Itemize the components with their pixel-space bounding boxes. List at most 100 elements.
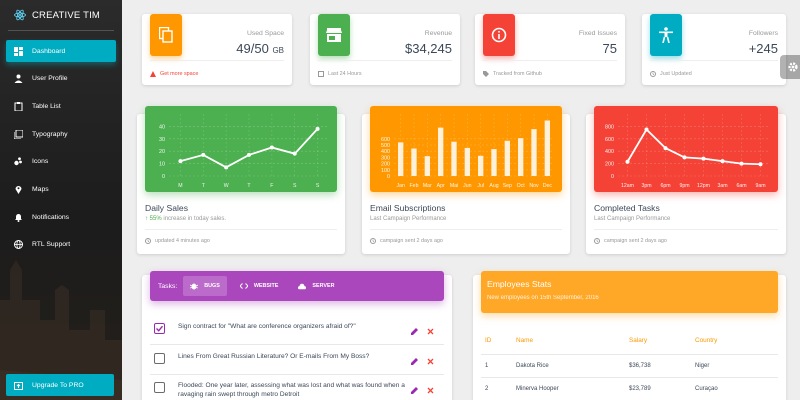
get-more-space-link[interactable]: Get more space: [160, 71, 198, 77]
task-checkbox[interactable]: [154, 323, 165, 334]
brand-name: CREATIVE TIM: [32, 10, 100, 21]
stat-card-used-space: Used Space 49/50 GB Get more space: [142, 14, 292, 85]
stat-card-followers: Followers +245 Just Updated: [642, 14, 786, 85]
language-icon: [14, 240, 23, 249]
data-point: [178, 159, 182, 163]
tab-bugs[interactable]: BUGS: [183, 276, 227, 296]
stat-value-unit: GB: [272, 46, 284, 55]
x-tick-label: Sep: [503, 183, 512, 189]
chart-header: 0100200300400500600JanFebMarAprMaiJunJul…: [370, 106, 562, 192]
x-tick-label: T: [202, 183, 206, 189]
task-actions: [411, 352, 434, 370]
y-tick-label: 0: [162, 174, 165, 180]
x-tick-label: 6am: [736, 183, 746, 189]
content-copy-icon: [159, 27, 173, 43]
completed-tasks-card: 020040060080012am3pm6pm9pm12pm3am6am9am …: [586, 114, 786, 254]
chart-divider: [370, 229, 562, 230]
react-logo-icon: [14, 9, 26, 21]
data-point: [664, 146, 668, 150]
x-tick-label: Oct: [517, 183, 526, 189]
sidebar-item-label: Dashboard: [32, 48, 65, 55]
sidebar-item-typography[interactable]: Typography: [6, 123, 116, 145]
data-point: [247, 153, 251, 157]
stat-footer-text: Last 24 Hours: [328, 71, 362, 77]
stat-value: $34,245: [405, 41, 452, 56]
task-checkbox[interactable]: [154, 382, 165, 393]
warning-icon: [150, 71, 156, 77]
cloud-icon: [298, 282, 306, 290]
table-cell-name: Dakota Rice: [516, 363, 549, 369]
data-point: [316, 127, 320, 131]
sidebar-item-icons[interactable]: Icons: [6, 151, 116, 173]
sidebar-item-table-list[interactable]: Table List: [6, 95, 116, 117]
sidebar-item-label: Notifications: [32, 214, 69, 221]
email-subscriptions-card: 0100200300400500600JanFebMarAprMaiJunJul…: [362, 114, 570, 254]
chart-bar: [531, 129, 536, 176]
x-tick-label: Nov: [529, 183, 539, 189]
fixed-plugin-settings[interactable]: [780, 55, 800, 79]
x-tick-label: M: [178, 183, 182, 189]
x-tick-label: Jul: [477, 183, 484, 189]
data-point: [270, 145, 274, 149]
sidebar-item-dashboard[interactable]: Dashboard: [6, 40, 116, 62]
stat-value-number: 49/50: [236, 41, 269, 56]
tab-server[interactable]: SERVER: [291, 276, 341, 296]
close-icon[interactable]: [427, 381, 434, 399]
tab-label: BUGS: [204, 283, 220, 289]
close-icon[interactable]: [427, 322, 434, 340]
unarchive-icon: [14, 381, 23, 390]
sidebar-item-rtl-support[interactable]: RTL Support: [6, 234, 116, 256]
tab-website[interactable]: WEBSITE: [233, 276, 286, 296]
y-tick-label: 800: [605, 124, 614, 130]
chart-header: 020040060080012am3pm6pm9pm12pm3am6am9am: [594, 106, 778, 192]
task-text: Flooded: One year later, assessing what …: [178, 381, 408, 399]
stat-divider: [150, 60, 284, 61]
column-header-salary: Salary: [629, 337, 647, 344]
task-checkbox[interactable]: [154, 353, 165, 364]
check-icon: [155, 324, 164, 333]
edit-icon[interactable]: [411, 352, 419, 370]
stat-footer[interactable]: Get more space: [150, 71, 198, 77]
tasks-card: Tasks: BUGS WEBSITE SERVER Sign contract…: [142, 275, 452, 400]
brand[interactable]: CREATIVE TIM: [0, 0, 122, 30]
sidebar-item-notifications[interactable]: Notifications: [6, 206, 116, 228]
y-tick-label: 500: [381, 143, 390, 149]
y-tick-label: 200: [381, 162, 390, 168]
task-text: Sign contract for "What are conference o…: [178, 322, 408, 331]
upgrade-to-pro-button[interactable]: Upgrade To PRO: [6, 374, 114, 396]
stat-icon-box: [318, 14, 350, 56]
table-cell-id: 1: [485, 363, 488, 369]
x-tick-label: 9pm: [679, 183, 689, 189]
task-text: Lines From Great Russian Literature? Or …: [178, 352, 408, 361]
x-tick-label: F: [270, 183, 273, 189]
chart-bar: [398, 142, 403, 176]
chart-footer-text: campaign sent 2 days ago: [380, 238, 443, 244]
close-icon[interactable]: [427, 352, 434, 370]
data-point: [702, 157, 706, 161]
table-cell-country: Niger: [695, 363, 709, 369]
accessibility-icon: [659, 27, 673, 43]
chart-bar: [425, 156, 430, 176]
sidebar-item-user-profile[interactable]: User Profile: [6, 68, 116, 90]
sidebar-item-maps[interactable]: Maps: [6, 178, 116, 200]
access-time-icon: [370, 238, 376, 244]
tasks-header: Tasks: BUGS WEBSITE SERVER: [150, 271, 444, 301]
chart-footer-text: updated 4 minutes ago: [155, 238, 210, 244]
stat-footer-text: Just Updated: [660, 71, 692, 77]
column-header-country: Country: [695, 337, 717, 344]
daily-sales-card: 010203040MTWTFSS Daily Sales ↑ 55% incre…: [137, 114, 345, 254]
edit-icon[interactable]: [411, 381, 419, 399]
tab-label: SERVER: [312, 283, 334, 289]
chart-divider: [594, 229, 778, 230]
edit-icon[interactable]: [411, 322, 419, 340]
stat-card-fixed-issues: Fixed Issues 75 Tracked from Github: [475, 14, 625, 85]
store-icon: [326, 28, 342, 42]
brand-divider: [8, 30, 114, 31]
table-cell-country: Curaçao: [695, 386, 718, 392]
x-tick-label: 12pm: [697, 183, 710, 189]
table-cell-id: 2: [485, 386, 488, 392]
chart-subtitle: Last Campaign Performance: [370, 216, 446, 222]
task-row: Sign contract for "What are conference o…: [150, 322, 444, 334]
stat-category: Used Space: [247, 30, 284, 37]
x-tick-label: S: [316, 183, 320, 189]
